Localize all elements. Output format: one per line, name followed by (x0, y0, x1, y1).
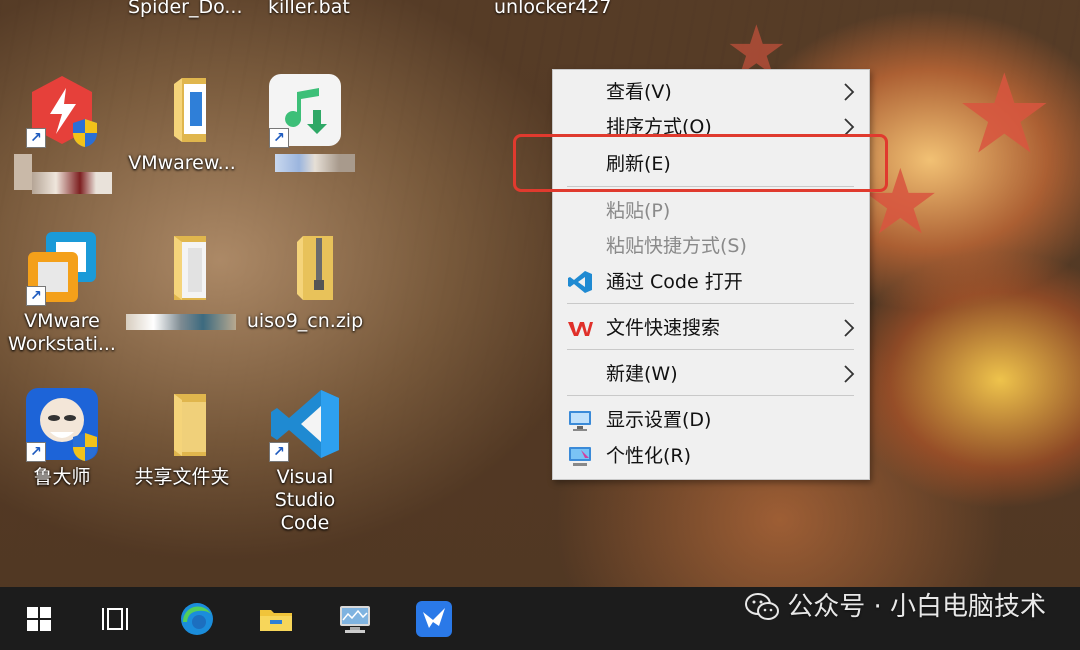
desktop-icon-label: 共享文件夹 (134, 466, 230, 488)
folder-icon (144, 230, 220, 306)
desktop-icon[interactable]: 共享文件夹 (122, 386, 242, 489)
zip-folder-icon (267, 230, 343, 306)
menu-item-paste: 粘贴(P) (553, 194, 869, 228)
menu-item-new[interactable]: 新建(W) (553, 357, 869, 391)
desktop-icon[interactable]: VMwarew... (122, 72, 242, 175)
desktop-icon-label-top[interactable]: killer.bat (268, 0, 350, 18)
menu-item-personalize[interactable]: 个性化(R) (553, 439, 869, 473)
shortcut-arrow-icon: ↗ (269, 128, 289, 148)
menu-item-label: 通过 Code 打开 (606, 271, 743, 293)
desktop-icon[interactable]: ↗ (2, 72, 122, 194)
shortcut-arrow-icon: ↗ (26, 442, 46, 462)
desktop-icon-label: VMwarew... (128, 152, 236, 174)
vscode-icon (568, 271, 592, 293)
display-settings-icon (569, 411, 591, 431)
menu-separator (567, 395, 854, 396)
vmware-icon: ↗ (24, 230, 100, 306)
watermark: 公众号 · 小白电脑技术 (745, 591, 1046, 623)
menu-item-label: 显示设置(D) (606, 409, 712, 431)
desktop-icon-label: Visual Studio Code (274, 466, 336, 534)
menu-item-open-with-code[interactable]: 通过 Code 打开 (553, 265, 869, 299)
desktop-icon[interactable]: uiso9_cn.zip (245, 230, 365, 333)
shortcut-arrow-icon: ↗ (26, 128, 46, 148)
shortcut-arrow-icon: ↗ (269, 442, 289, 462)
menu-item-paste-shortcut: 粘贴快捷方式(S) (553, 229, 869, 263)
vscode-icon: ↗ (267, 386, 343, 462)
windows-start-icon[interactable] (20, 600, 58, 638)
menu-item-file-quick-search[interactable]: 文件快速搜索 (553, 311, 869, 345)
highlight-box (513, 134, 888, 192)
menu-separator (567, 303, 854, 304)
star-decoration: ★ (955, 50, 1054, 178)
desktop-icon[interactable]: ↗ VMware Workstati... (2, 230, 122, 356)
menu-item-display-settings[interactable]: 显示设置(D) (553, 403, 869, 437)
desktop-icon-label-top[interactable]: Spider_Do... (128, 0, 243, 18)
personalize-icon (569, 447, 591, 466)
folder-icon (144, 72, 220, 148)
blur-patch (32, 172, 112, 194)
desktop-icon[interactable]: ↗ (245, 72, 365, 172)
chevron-right-icon (844, 365, 855, 383)
ludashi-icon: ↗ (24, 386, 100, 462)
uac-shield-icon (73, 119, 97, 147)
chevron-right-icon (844, 319, 855, 337)
menu-item-label: 个性化(R) (606, 445, 692, 467)
watermark-text: 公众号 · 小白电脑技术 (787, 592, 1046, 622)
blur-patch (14, 154, 32, 190)
music-download-app-icon: ↗ (267, 72, 343, 148)
menu-item-label: 新建(W) (606, 363, 678, 385)
blur-patch (126, 314, 236, 330)
blur-patch (275, 154, 355, 172)
folder-icon (144, 386, 220, 462)
menu-item-label: 粘贴(P) (606, 200, 671, 222)
menu-item-label: 查看(V) (606, 81, 672, 103)
menu-item-label: 粘贴快捷方式(S) (606, 235, 747, 257)
wps-icon (568, 322, 593, 336)
desktop-context-menu: 查看(V) 排序方式(O) 刷新(E) 粘贴(P) 粘贴快捷方式(S) 通过 C… (552, 69, 870, 480)
menu-item-view[interactable]: 查看(V) (553, 75, 869, 109)
feishu-icon[interactable] (415, 600, 453, 638)
lightning-app-icon: ↗ (24, 72, 100, 148)
network-monitor-icon[interactable] (336, 600, 374, 638)
edge-browser-icon[interactable] (178, 600, 216, 638)
desktop-icon-label: uiso9_cn.zip (246, 310, 364, 332)
chevron-right-icon (844, 83, 855, 101)
task-view-icon[interactable] (97, 600, 135, 638)
uac-shield-icon (73, 433, 97, 461)
menu-item-label: 文件快速搜索 (606, 317, 721, 339)
desktop-icon[interactable] (122, 230, 242, 330)
desktop-icon[interactable]: ↗ 鲁大师 (2, 386, 122, 489)
desktop-icon-label: VMware Workstati... (8, 310, 116, 355)
wechat-icon (745, 593, 780, 620)
desktop-icon-label-top[interactable]: unlocker427 (494, 0, 612, 18)
desktop-icon[interactable]: ↗ Visual Studio Code (245, 386, 365, 535)
shortcut-arrow-icon: ↗ (26, 286, 46, 306)
desktop-icon-label: 鲁大师 (33, 466, 91, 488)
menu-separator (567, 349, 854, 350)
file-explorer-icon[interactable] (257, 600, 295, 638)
